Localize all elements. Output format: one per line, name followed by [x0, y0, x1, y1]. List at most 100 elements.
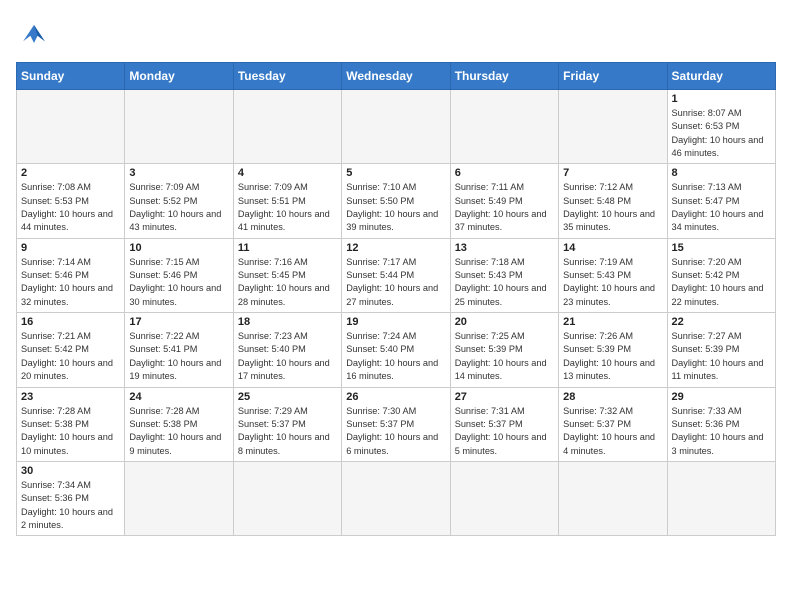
calendar-cell: 29 Sunrise: 7:33 AM Sunset: 5:36 PM Dayli… — [667, 387, 775, 461]
calendar-cell: 17 Sunrise: 7:22 AM Sunset: 5:41 PM Dayli… — [125, 313, 233, 387]
calendar-header-monday: Monday — [125, 63, 233, 90]
calendar-cell: 10Sunrise: 7:15 AM Sunset: 5:46 PM Dayli… — [125, 238, 233, 312]
day-number: 10 — [129, 242, 228, 254]
calendar-cell: 6Sunrise: 7:11 AM Sunset: 5:49 PM Daylig… — [450, 164, 558, 238]
day-info: Sunrise: 7:29 AM Sunset: 5:37 PM Dayligh… — [238, 405, 337, 458]
day-number: 9 — [21, 242, 120, 254]
calendar-cell — [559, 461, 667, 535]
calendar-cell: 25Sunrise: 7:29 AM Sunset: 5:37 PM Dayli… — [233, 387, 341, 461]
calendar-cell: 14Sunrise: 7:19 AM Sunset: 5:43 PM Dayli… — [559, 238, 667, 312]
day-number: 12 — [346, 242, 445, 254]
day-number: 4 — [238, 167, 337, 179]
day-info: Sunrise: 7:14 AM Sunset: 5:46 PM Dayligh… — [21, 256, 120, 309]
calendar-header-wednesday: Wednesday — [342, 63, 450, 90]
calendar-header-saturday: Saturday — [667, 63, 775, 90]
day-info: Sunrise: 7:16 AM Sunset: 5:45 PM Dayligh… — [238, 256, 337, 309]
calendar-cell: 16Sunrise: 7:21 AM Sunset: 5:42 PM Dayli… — [17, 313, 125, 387]
calendar-cell: 28 Sunrise: 7:32 AM Sunset: 5:37 PM Dayli… — [559, 387, 667, 461]
logo — [16, 16, 56, 52]
day-number: 1 — [672, 93, 771, 105]
calendar-header-tuesday: Tuesday — [233, 63, 341, 90]
day-number: 27 — [455, 391, 554, 403]
calendar-week-5: 30Sunrise: 7:34 AM Sunset: 5:36 PM Dayli… — [17, 461, 776, 535]
day-info: Sunrise: 7:24 AM Sunset: 5:40 PM Dayligh… — [346, 330, 445, 383]
day-number: 3 — [129, 167, 228, 179]
day-number: 23 — [21, 391, 120, 403]
calendar-cell — [233, 90, 341, 164]
day-number: 26 — [346, 391, 445, 403]
day-info: Sunrise: 7:23 AM Sunset: 5:40 PM Dayligh… — [238, 330, 337, 383]
calendar-cell: 3 Sunrise: 7:09 AM Sunset: 5:52 PM Daylig… — [125, 164, 233, 238]
day-number: 17 — [129, 316, 228, 328]
day-info: Sunrise: 7:33 AM Sunset: 5:36 PM Dayligh… — [672, 405, 771, 458]
calendar-header-row: SundayMondayTuesdayWednesdayThursdayFrid… — [17, 63, 776, 90]
calendar-header-thursday: Thursday — [450, 63, 558, 90]
calendar-cell: 19Sunrise: 7:24 AM Sunset: 5:40 PM Dayli… — [342, 313, 450, 387]
calendar-week-0: 1 Sunrise: 8:07 AM Sunset: 6:53 PM Daylig… — [17, 90, 776, 164]
calendar-week-3: 16Sunrise: 7:21 AM Sunset: 5:42 PM Dayli… — [17, 313, 776, 387]
day-number: 15 — [672, 242, 771, 254]
calendar-cell — [559, 90, 667, 164]
day-info: Sunrise: 7:09 AM Sunset: 5:52 PM Dayligh… — [129, 181, 228, 234]
day-info: Sunrise: 7:28 AM Sunset: 5:38 PM Dayligh… — [129, 405, 228, 458]
calendar-cell — [125, 90, 233, 164]
calendar-week-1: 2 Sunrise: 7:08 AM Sunset: 5:53 PM Daylig… — [17, 164, 776, 238]
calendar-cell: 18Sunrise: 7:23 AM Sunset: 5:40 PM Dayli… — [233, 313, 341, 387]
day-number: 5 — [346, 167, 445, 179]
day-info: Sunrise: 7:30 AM Sunset: 5:37 PM Dayligh… — [346, 405, 445, 458]
calendar-cell: 1 Sunrise: 8:07 AM Sunset: 6:53 PM Daylig… — [667, 90, 775, 164]
calendar-cell: 26 Sunrise: 7:30 AM Sunset: 5:37 PM Dayli… — [342, 387, 450, 461]
calendar-cell: 24 Sunrise: 7:28 AM Sunset: 5:38 PM Dayli… — [125, 387, 233, 461]
day-info: Sunrise: 7:26 AM Sunset: 5:39 PM Dayligh… — [563, 330, 662, 383]
calendar-cell — [342, 90, 450, 164]
day-info: Sunrise: 7:17 AM Sunset: 5:44 PM Dayligh… — [346, 256, 445, 309]
day-info: Sunrise: 7:12 AM Sunset: 5:48 PM Dayligh… — [563, 181, 662, 234]
day-info: Sunrise: 8:07 AM Sunset: 6:53 PM Dayligh… — [672, 107, 771, 160]
day-info: Sunrise: 7:11 AM Sunset: 5:49 PM Dayligh… — [455, 181, 554, 234]
calendar-cell: 30Sunrise: 7:34 AM Sunset: 5:36 PM Dayli… — [17, 461, 125, 535]
calendar-cell — [450, 90, 558, 164]
day-info: Sunrise: 7:31 AM Sunset: 5:37 PM Dayligh… — [455, 405, 554, 458]
calendar-cell — [233, 461, 341, 535]
calendar: SundayMondayTuesdayWednesdayThursdayFrid… — [16, 62, 776, 536]
calendar-cell: 22 Sunrise: 7:27 AM Sunset: 5:39 PM Dayli… — [667, 313, 775, 387]
day-number: 7 — [563, 167, 662, 179]
day-number: 20 — [455, 316, 554, 328]
calendar-cell: 9 Sunrise: 7:14 AM Sunset: 5:46 PM Daylig… — [17, 238, 125, 312]
calendar-header-friday: Friday — [559, 63, 667, 90]
day-info: Sunrise: 7:10 AM Sunset: 5:50 PM Dayligh… — [346, 181, 445, 234]
general-blue-icon — [16, 16, 52, 52]
day-info: Sunrise: 7:25 AM Sunset: 5:39 PM Dayligh… — [455, 330, 554, 383]
day-info: Sunrise: 7:19 AM Sunset: 5:43 PM Dayligh… — [563, 256, 662, 309]
calendar-cell — [450, 461, 558, 535]
day-info: Sunrise: 7:27 AM Sunset: 5:39 PM Dayligh… — [672, 330, 771, 383]
day-number: 16 — [21, 316, 120, 328]
calendar-cell — [17, 90, 125, 164]
header — [16, 16, 776, 52]
day-number: 8 — [672, 167, 771, 179]
day-number: 30 — [21, 465, 120, 477]
calendar-cell: 11Sunrise: 7:16 AM Sunset: 5:45 PM Dayli… — [233, 238, 341, 312]
day-number: 29 — [672, 391, 771, 403]
calendar-cell: 15 Sunrise: 7:20 AM Sunset: 5:42 PM Dayli… — [667, 238, 775, 312]
calendar-cell: 27 Sunrise: 7:31 AM Sunset: 5:37 PM Dayli… — [450, 387, 558, 461]
calendar-cell — [125, 461, 233, 535]
calendar-header-sunday: Sunday — [17, 63, 125, 90]
day-info: Sunrise: 7:08 AM Sunset: 5:53 PM Dayligh… — [21, 181, 120, 234]
day-number: 22 — [672, 316, 771, 328]
day-info: Sunrise: 7:32 AM Sunset: 5:37 PM Dayligh… — [563, 405, 662, 458]
day-number: 24 — [129, 391, 228, 403]
calendar-cell: 23 Sunrise: 7:28 AM Sunset: 5:38 PM Dayli… — [17, 387, 125, 461]
day-info: Sunrise: 7:18 AM Sunset: 5:43 PM Dayligh… — [455, 256, 554, 309]
day-info: Sunrise: 7:28 AM Sunset: 5:38 PM Dayligh… — [21, 405, 120, 458]
day-number: 2 — [21, 167, 120, 179]
day-number: 28 — [563, 391, 662, 403]
calendar-week-2: 9 Sunrise: 7:14 AM Sunset: 5:46 PM Daylig… — [17, 238, 776, 312]
calendar-cell: 12 Sunrise: 7:17 AM Sunset: 5:44 PM Dayli… — [342, 238, 450, 312]
day-number: 21 — [563, 316, 662, 328]
calendar-cell: 13Sunrise: 7:18 AM Sunset: 5:43 PM Dayli… — [450, 238, 558, 312]
calendar-cell: 5 Sunrise: 7:10 AM Sunset: 5:50 PM Daylig… — [342, 164, 450, 238]
calendar-cell: 2 Sunrise: 7:08 AM Sunset: 5:53 PM Daylig… — [17, 164, 125, 238]
day-info: Sunrise: 7:22 AM Sunset: 5:41 PM Dayligh… — [129, 330, 228, 383]
day-info: Sunrise: 7:20 AM Sunset: 5:42 PM Dayligh… — [672, 256, 771, 309]
